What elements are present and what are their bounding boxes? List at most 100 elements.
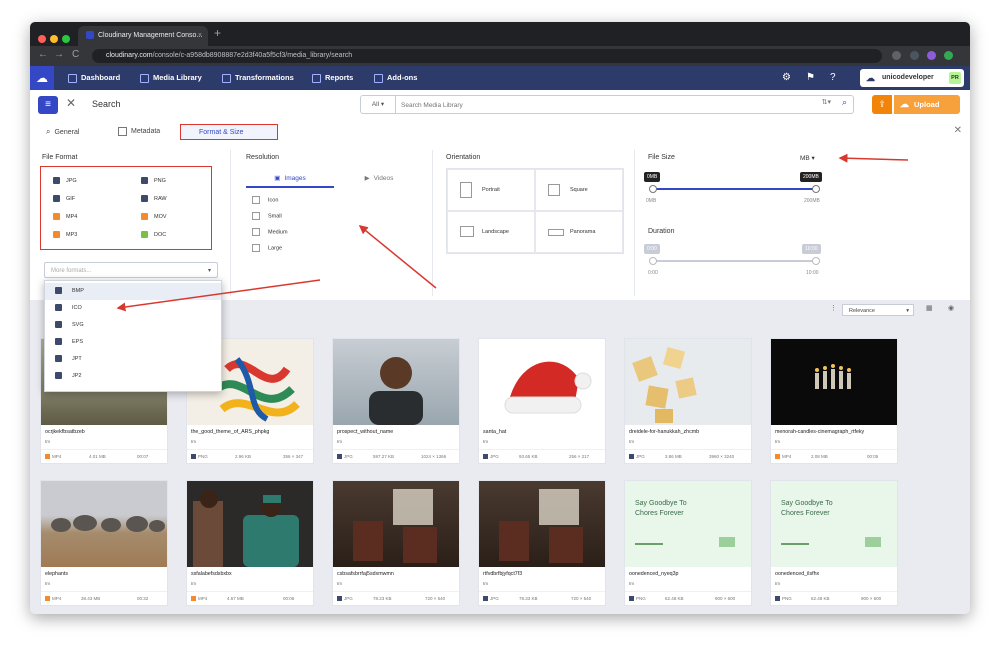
extension-green-icon[interactable]	[944, 51, 953, 60]
tab-format-size[interactable]: Format & Size	[180, 124, 278, 140]
checkbox[interactable]	[252, 244, 260, 252]
nav-transformations[interactable]: Transformations	[222, 66, 294, 90]
browser-tab-bar: Cloudinary Management Conso... × +	[30, 22, 970, 46]
resolution-tab-videos[interactable]: ▶ Videos	[336, 172, 422, 186]
asset-card[interactable]: Say Goodbye To Chores Forever oonedenced…	[770, 480, 898, 606]
url-field[interactable]: cloudinary.com/console/c-a958db8908887e2…	[92, 49, 882, 63]
upload-label: Upload	[914, 100, 940, 109]
asset-size: 78.33 KB	[519, 596, 538, 601]
format-gif[interactable]: GIF	[53, 195, 75, 202]
minimize-window-button[interactable]	[50, 35, 58, 43]
forward-button[interactable]: →	[54, 49, 64, 60]
file-size-max-handle[interactable]	[812, 185, 820, 193]
orientation-portrait[interactable]: Portrait	[447, 169, 535, 211]
tab-metadata[interactable]: Metadata	[118, 124, 160, 140]
asset-card[interactable]: prospect_without_name Im JPG 597.27 KB 102…	[332, 338, 460, 464]
dropdown-option-eps[interactable]: EPS	[45, 334, 221, 351]
sort-select[interactable]: Relevance ▾	[842, 304, 914, 316]
grid-view-icon[interactable]: ▦	[926, 304, 933, 312]
asset-footer: JPG 78.33 KB 720 × 540	[479, 591, 605, 606]
upload-button[interactable]: ☁ Upload	[894, 95, 960, 114]
browser-tab[interactable]: Cloudinary Management Conso... ×	[78, 26, 208, 46]
asset-card[interactable]: csbsafsbrrfaj5sdxmwmn Im JPG 78.23 KB 720 …	[332, 480, 460, 606]
asset-footer: MP4 2.08 MB 00:05	[771, 449, 897, 464]
resolution-large-option[interactable]: Large	[252, 244, 282, 252]
settings-gear-icon[interactable]: ⚙	[782, 72, 791, 83]
asset-card[interactable]: Say Goodbye To Chores Forever oonedenced…	[624, 480, 752, 606]
asset-footer: JPG 597.27 KB 1024 × 1366	[333, 449, 459, 464]
asset-card[interactable]: elephants Im MP4 38.43 MB 00:32	[40, 480, 168, 606]
close-window-button[interactable]	[38, 35, 46, 43]
format-png[interactable]: PNG	[141, 177, 166, 184]
nav-media-library[interactable]: Media Library	[140, 66, 202, 90]
upload-widget-icon[interactable]: ⇪	[872, 95, 892, 114]
format-mp4[interactable]: MP4	[53, 213, 77, 220]
duration-slider-track[interactable]	[652, 260, 816, 262]
nav-add-ons[interactable]: Add-ons	[374, 66, 417, 90]
asset-type: PNG	[629, 592, 646, 606]
dropdown-option-jp2[interactable]: JP2	[45, 368, 221, 385]
resolution-icon-option[interactable]: Icon	[252, 196, 278, 204]
checkbox[interactable]	[252, 212, 260, 220]
orientation-landscape[interactable]: Landscape	[447, 211, 535, 253]
asset-card[interactable]: ssfalabefsdsbxbx Im MP4 4.67 MB 00:06	[186, 480, 314, 606]
notifications-icon[interactable]: ⚑	[806, 72, 815, 83]
url-host: cloudinary.com	[106, 52, 153, 59]
asset-card[interactable]: menorah-candles-cinemagraph_rtfeky Im MP…	[770, 338, 898, 464]
file-size-min-tooltip: 0MB	[644, 172, 661, 182]
nav-reports[interactable]: Reports	[312, 66, 353, 90]
maximize-window-button[interactable]	[62, 35, 70, 43]
dropdown-option-ico[interactable]: ICO	[45, 300, 221, 317]
extension-icon[interactable]	[910, 51, 919, 60]
nav-dashboard[interactable]: Dashboard	[68, 66, 120, 90]
help-icon[interactable]: ?	[830, 72, 836, 83]
duration-min-handle[interactable]	[649, 257, 657, 265]
dropdown-option-jpt[interactable]: JPT	[45, 351, 221, 368]
format-mov[interactable]: MOV	[141, 213, 167, 220]
close-filters-icon[interactable]: ✕	[954, 125, 962, 136]
dropdown-option-label: BMP	[72, 288, 84, 294]
dropdown-option-bmp[interactable]: BMP	[45, 283, 221, 300]
format-raw[interactable]: RAW	[141, 195, 167, 202]
asset-name: ssfalabefsdsbxbx	[191, 571, 232, 577]
account-menu[interactable]: ☁ unicodeveloper PR	[860, 69, 964, 87]
tab-general[interactable]: ⌕ General	[46, 124, 79, 140]
asset-card[interactable]: dreidele-for-hanukkah_zhcmb Im JPG 3.86 M…	[624, 338, 752, 464]
cloudinary-logo-icon[interactable]: ☁	[30, 66, 54, 90]
orientation-panorama[interactable]: Panorama	[535, 211, 623, 253]
sort-icon[interactable]: ⇅▾	[822, 98, 831, 106]
search-input[interactable]	[399, 98, 783, 112]
file-size-unit-select[interactable]: MB ▾	[800, 154, 815, 162]
file-size-slider-track[interactable]	[652, 188, 816, 190]
more-formats-select[interactable]: More formats... ▾	[44, 262, 218, 278]
resolution-tab-images[interactable]: ▣ Images	[246, 172, 334, 188]
search-icon[interactable]: ⌕	[842, 97, 847, 108]
format-mp3[interactable]: MP3	[53, 231, 77, 238]
bookmark-star-icon[interactable]	[892, 51, 901, 60]
search-scope-select[interactable]: All ▾	[361, 96, 396, 113]
orientation-square[interactable]: Square	[535, 169, 623, 211]
resolution-small-option[interactable]: Small	[252, 212, 282, 220]
asset-card[interactable]: santa_hat Im JPG 93.65 KB 256 × 217	[478, 338, 606, 464]
new-tab-button[interactable]: +	[214, 26, 221, 40]
dropdown-option-svg[interactable]: SVG	[45, 317, 221, 334]
format-jpg[interactable]: JPG	[53, 177, 77, 184]
asset-card[interactable]: rtfvdbrfbjyfqct7f3 Im JPG 78.33 KB 720 × 5…	[478, 480, 606, 606]
format-doc[interactable]: DOC	[141, 231, 166, 238]
file-size-min-handle[interactable]	[649, 185, 657, 193]
duration-max-handle[interactable]	[812, 257, 820, 265]
preview-icon[interactable]: ◉	[948, 304, 954, 312]
reload-button[interactable]: C	[72, 49, 79, 60]
asset-thumbnail	[479, 481, 605, 567]
asset-type: PNG	[775, 592, 792, 606]
close-search-icon[interactable]: ✕	[66, 96, 76, 110]
hamburger-menu-icon[interactable]: ≡	[38, 96, 58, 114]
resolution-medium-option[interactable]: Medium	[252, 228, 288, 236]
profile-icon[interactable]	[927, 51, 936, 60]
tab-close-icon[interactable]: ×	[198, 26, 202, 46]
back-button[interactable]: ←	[38, 49, 48, 60]
checkbox[interactable]	[252, 228, 260, 236]
more-options-icon[interactable]: ⋮	[830, 304, 837, 312]
checkbox[interactable]	[252, 196, 260, 204]
dropdown-option-label: JP2	[72, 373, 82, 379]
